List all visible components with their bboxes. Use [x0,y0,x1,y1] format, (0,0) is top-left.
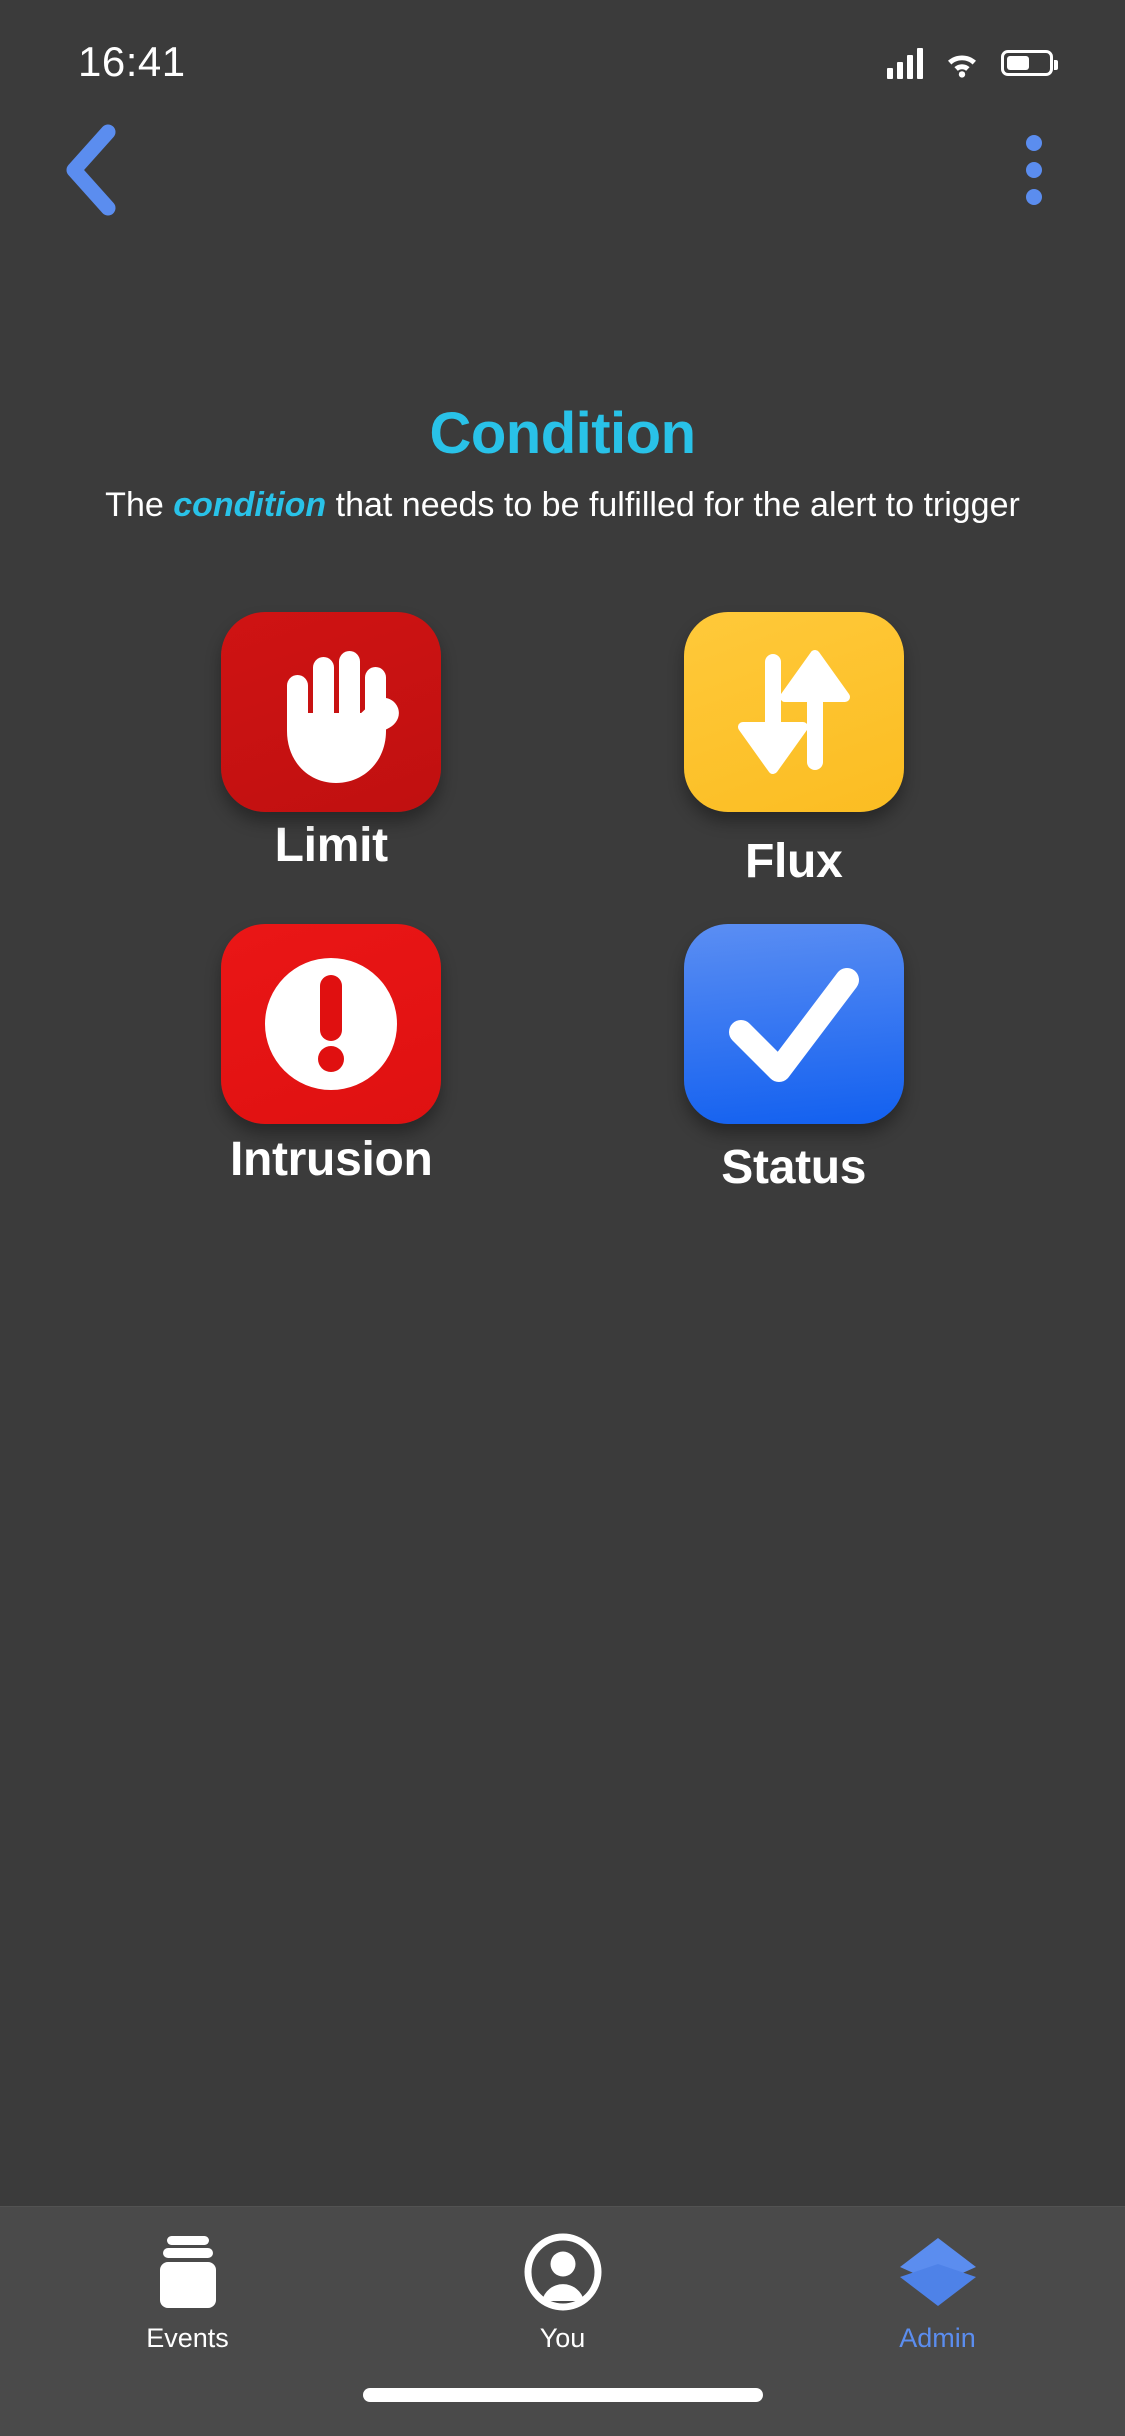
page-subtitle: The condition that needs to be fulfilled… [40,485,1085,526]
overflow-menu-button[interactable] [989,120,1079,220]
person-circle-icon [524,2233,602,2311]
condition-tile-limit[interactable] [221,611,442,812]
tab-label-you: You [539,2323,586,2353]
page-subtitle-prefix: The [105,486,174,524]
database-jar-icon [151,2233,225,2311]
tab-label-events: Events [146,2323,229,2353]
condition-label-flux: Flux [745,834,843,888]
condition-option-status[interactable]: Status [563,923,1026,1194]
status-bar: 16:41 [0,0,1125,110]
condition-option-grid: Limit Flux Intrusion Status [0,611,1125,1194]
overflow-menu-icon [1026,189,1042,205]
condition-option-limit[interactable]: Limit [100,611,563,886]
condition-tile-intrusion[interactable] [221,923,442,1124]
app-screen: 16:41 Condition The condition that needs… [0,0,1125,2436]
condition-label-status: Status [721,1140,867,1194]
page-title: Condition [429,401,696,466]
condition-label-limit: Limit [274,818,388,872]
tab-events[interactable]: Events [0,2233,375,2352]
chevron-left-icon [66,124,116,216]
status-bar-time: 16:41 [78,38,186,85]
status-bar-indicators [887,47,1058,79]
condition-option-flux[interactable]: Flux [563,611,1026,888]
overflow-menu-icon [1026,135,1042,151]
condition-tile-status[interactable] [683,923,904,1124]
tab-admin[interactable]: Admin [750,2233,1125,2352]
up-down-arrows-icon [737,649,850,774]
exclamation-circle-icon [265,957,398,1090]
home-indicator[interactable] [362,2388,763,2402]
cellular-signal-icon [887,47,923,79]
condition-option-intrusion[interactable]: Intrusion [100,923,563,1192]
overflow-menu-icon [1026,162,1042,178]
back-button[interactable] [40,120,140,220]
condition-label-intrusion: Intrusion [229,1132,433,1186]
tab-you[interactable]: You [375,2233,750,2352]
page-subtitle-highlight: condition [173,486,327,524]
battery-icon [1001,50,1058,76]
condition-tile-flux[interactable] [683,611,904,812]
tab-label-admin: Admin [899,2323,976,2353]
page-header: Condition The condition that needs to be… [0,405,1125,526]
wifi-icon [943,48,981,78]
layers-icon [897,2233,979,2311]
hand-stop-icon [287,650,400,783]
page-subtitle-suffix: that needs to be fulfilled for the alert… [326,486,1020,524]
checkmark-icon [728,967,859,1082]
navigation-bar [0,110,1125,230]
